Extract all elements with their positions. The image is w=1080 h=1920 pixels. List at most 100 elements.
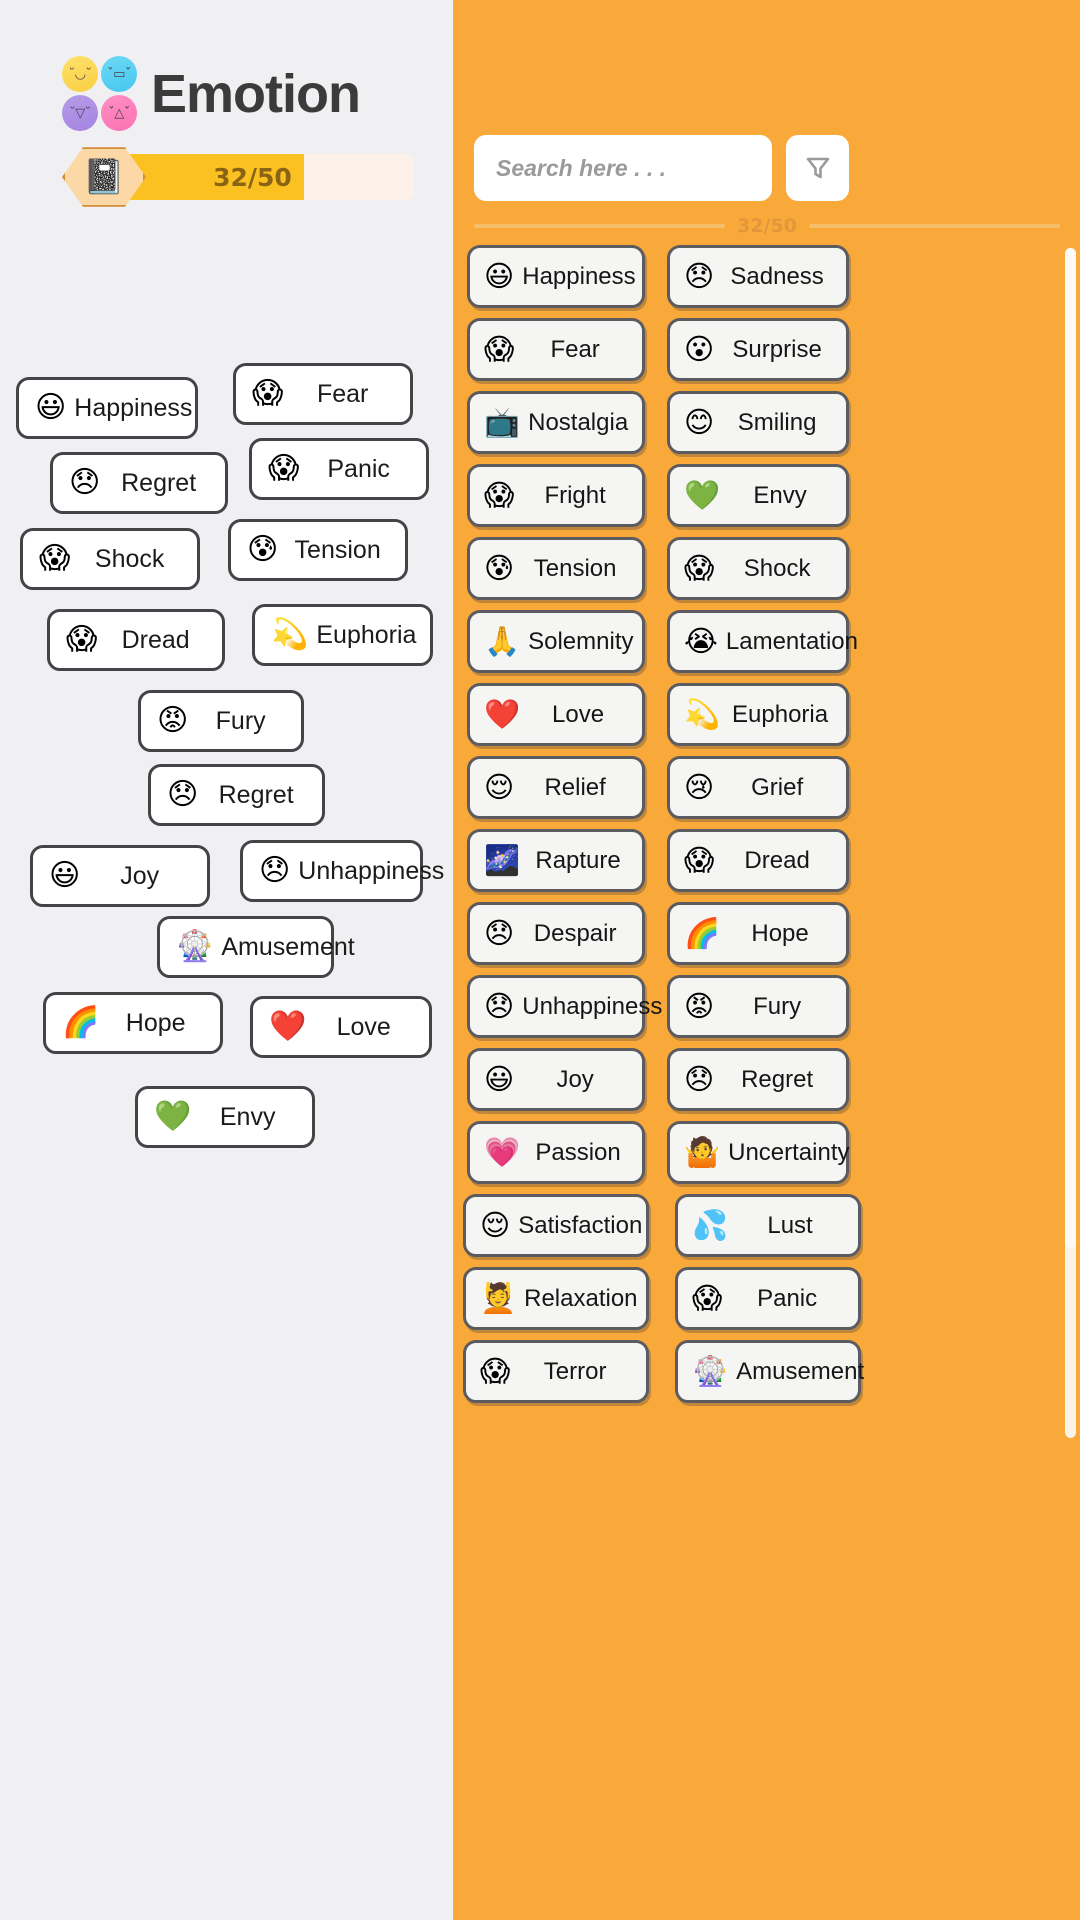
emotion-label: Unhappiness bbox=[298, 856, 445, 885]
emotion-list-chip[interactable]: 🎡 Amusement bbox=[675, 1340, 864, 1403]
emotion-list-chip[interactable]: 💦 Lust bbox=[675, 1194, 861, 1257]
emotion-list-chip[interactable]: 😞 Unhappiness bbox=[467, 975, 662, 1038]
emotion-list-grid: 😃 Happiness 😞 Sadness 😱 Fear 😮 Surprise 📺 Nostalg… bbox=[453, 245, 1080, 1413]
emotion-list-chip[interactable]: 🌈 Hope bbox=[667, 902, 849, 965]
emotion-list-chip[interactable]: 💗 Passion bbox=[467, 1121, 645, 1184]
emotion-emoji-icon: 😱 bbox=[484, 478, 515, 512]
left-panel: ˘◡˘ ˇ▭ˇ ˘▽˘ ˇ△ˇ Emotion 32/50 📓 😃 Happiness 😱… bbox=[0, 0, 453, 1920]
emotion-list-chip[interactable]: 😱 Fright bbox=[467, 464, 645, 527]
emotion-label: Envy bbox=[753, 481, 807, 509]
collected-emotion-chip[interactable]: 🎡 Amusement bbox=[157, 916, 355, 978]
collected-emotion-chip[interactable]: 😱 Shock bbox=[20, 528, 200, 590]
emotion-label: Regret bbox=[741, 1065, 814, 1093]
emotion-label: Envy bbox=[219, 1102, 276, 1131]
emotion-list-chip[interactable]: 😱 Shock bbox=[667, 537, 849, 600]
emotion-emoji-icon: 😃 bbox=[484, 259, 515, 293]
emotion-label: Fright bbox=[544, 481, 606, 509]
emotion-emoji-icon: 💫 bbox=[684, 697, 721, 731]
emotion-list-chip[interactable]: 😌 Relief bbox=[467, 756, 645, 819]
emotion-list-chip[interactable]: 😞 Regret bbox=[667, 1048, 849, 1111]
collected-emotion-chip[interactable]: 😞 Regret bbox=[148, 764, 325, 826]
emotion-emoji-icon: 😞 bbox=[684, 1062, 715, 1096]
scrollbar[interactable] bbox=[1065, 248, 1076, 1438]
collected-emotion-chip[interactable]: 😰 Tension bbox=[228, 519, 408, 581]
search-box[interactable] bbox=[474, 135, 830, 201]
emotion-emoji-icon: 💫 bbox=[271, 617, 309, 652]
emotion-emoji-icon: 😡 bbox=[684, 989, 715, 1023]
emotion-list-chip[interactable]: 😃 Joy bbox=[467, 1048, 645, 1111]
emotion-emoji-icon: 😱 bbox=[268, 451, 300, 486]
search-row bbox=[474, 135, 849, 201]
emotion-emoji-icon: 🙏 bbox=[484, 624, 521, 658]
emotion-emoji-icon: 😞 bbox=[167, 777, 199, 812]
emotion-emoji-icon: ❤️ bbox=[269, 1009, 307, 1044]
collected-emotion-chip[interactable]: 😱 Fear bbox=[233, 363, 413, 425]
emotion-list-chip[interactable]: 😞 Despair bbox=[467, 902, 645, 965]
emotion-label: Grief bbox=[751, 773, 804, 801]
emotion-list-chip[interactable]: 😊 Smiling bbox=[667, 391, 849, 454]
emotion-list-chip[interactable]: 😱 Panic bbox=[675, 1267, 861, 1330]
emotion-list-chip[interactable]: 🤷 Uncertainty bbox=[667, 1121, 850, 1184]
collected-emotion-chip[interactable]: 😞 Regret bbox=[50, 452, 228, 514]
emotion-emoji-icon: 😱 bbox=[484, 332, 515, 366]
collected-emotion-chip[interactable]: 😡 Fury bbox=[138, 690, 304, 752]
emotion-list-chip[interactable]: 😃 Happiness bbox=[467, 245, 645, 308]
emotion-list-chip[interactable]: 😞 Sadness bbox=[667, 245, 849, 308]
collected-emotion-chip[interactable]: 💚 Envy bbox=[135, 1086, 315, 1148]
emotion-emoji-icon: 😱 bbox=[684, 843, 715, 877]
emotion-list-chip[interactable]: 😡 Fury bbox=[667, 975, 849, 1038]
collected-emotion-chip[interactable]: 😃 Happiness bbox=[16, 377, 198, 439]
emotion-emoji-icon: 😱 bbox=[39, 541, 71, 576]
emotion-label: Unhappiness bbox=[522, 992, 663, 1020]
divider-line-left bbox=[474, 224, 726, 228]
emotion-label: Panic bbox=[327, 454, 390, 483]
collected-emotion-chip[interactable]: 😃 Joy bbox=[30, 845, 210, 907]
collected-emotion-chip[interactable]: 😱 Panic bbox=[249, 438, 429, 500]
collected-emotion-chip[interactable]: ❤️ Love bbox=[250, 996, 432, 1058]
search-input[interactable] bbox=[496, 154, 805, 182]
collected-emotion-chip[interactable]: 🌈 Hope bbox=[43, 992, 223, 1054]
filter-icon bbox=[803, 153, 833, 183]
emotion-list-chip[interactable]: 💚 Envy bbox=[667, 464, 849, 527]
emotion-list-scroll[interactable]: 😃 Happiness 😞 Sadness 😱 Fear 😮 Surprise 📺 Nostalg… bbox=[453, 245, 1080, 1685]
emotion-list-chip[interactable]: 😰 Tension bbox=[467, 537, 645, 600]
emotion-emoji-icon: 😱 bbox=[480, 1354, 511, 1388]
emotion-label: Surprise bbox=[732, 335, 822, 363]
emotion-emoji-icon: 🌈 bbox=[62, 1005, 100, 1040]
emotion-label: Panic bbox=[757, 1284, 818, 1312]
emotion-list-chip[interactable]: 💆 Relaxation bbox=[463, 1267, 649, 1330]
collected-emotion-chip[interactable]: 😞 Unhappiness bbox=[240, 840, 444, 902]
emotion-list-chip[interactable]: 📺 Nostalgia bbox=[467, 391, 645, 454]
collected-emotion-chip[interactable]: 💫 Euphoria bbox=[252, 604, 433, 666]
emotion-emoji-icon: 😱 bbox=[684, 551, 715, 585]
emotion-emoji-icon: 💦 bbox=[692, 1208, 729, 1242]
emotion-list-chip[interactable]: 😢 Grief bbox=[667, 756, 849, 819]
emotion-emoji-icon: 💚 bbox=[684, 478, 721, 512]
emotion-list-chip[interactable]: 😮 Surprise bbox=[667, 318, 849, 381]
emotion-label: Joy bbox=[556, 1065, 594, 1093]
emotion-label: Uncertainty bbox=[728, 1138, 850, 1166]
emotion-list-chip[interactable]: 🌌 Rapture bbox=[467, 829, 645, 892]
emotion-emoji-icon: 😱 bbox=[66, 622, 98, 657]
emotion-list-chip[interactable]: 😱 Fear bbox=[467, 318, 645, 381]
emotion-list-chip[interactable]: 😱 Terror bbox=[463, 1340, 649, 1403]
emotion-list-chip[interactable]: 💫 Euphoria bbox=[667, 683, 849, 746]
emotion-label: Happiness bbox=[522, 262, 636, 290]
collected-emotion-chip[interactable]: 😱 Dread bbox=[47, 609, 225, 671]
filter-button[interactable] bbox=[786, 135, 849, 201]
emotion-list-chip[interactable]: 😱 Dread bbox=[667, 829, 849, 892]
emotion-emoji-icon: 🎡 bbox=[692, 1354, 729, 1388]
scrollbar-thumb[interactable] bbox=[1065, 248, 1076, 1248]
emotion-list-chip[interactable]: ❤️ Love bbox=[467, 683, 645, 746]
emotion-label: Tension bbox=[294, 535, 381, 564]
emotion-label: Hope bbox=[125, 1008, 186, 1037]
emotion-list-chip[interactable]: 🙏 Solemnity bbox=[467, 610, 645, 673]
right-panel: 32/50 😃Happiness😞Sadness😱Fear😮Surprise📺N… bbox=[453, 0, 1080, 1920]
emotion-list-chip[interactable]: 😭 Lamentation bbox=[667, 610, 858, 673]
emotion-emoji-icon: 💆 bbox=[480, 1281, 517, 1315]
emotion-list-chip[interactable]: 😌 Satisfaction bbox=[463, 1194, 649, 1257]
emotion-label: Relief bbox=[544, 773, 606, 801]
emotion-emoji-icon: 😡 bbox=[157, 703, 189, 738]
emotion-label: Fear bbox=[316, 379, 369, 408]
emotion-label: Smiling bbox=[737, 408, 817, 436]
